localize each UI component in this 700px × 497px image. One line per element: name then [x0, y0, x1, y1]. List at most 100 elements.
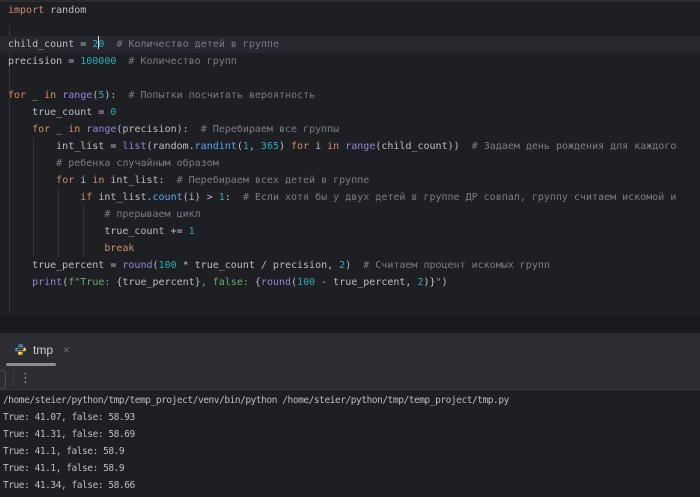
code-token: # Перебираем все группы	[201, 124, 339, 135]
code-token: # Попытки посчитать вероятность	[128, 90, 315, 101]
code-token: count	[153, 192, 183, 203]
code-token: int_list:	[104, 175, 176, 186]
code-token: # Перебираем всех детей в группе	[177, 175, 370, 186]
run-tab-tmp[interactable]: tmp ×	[0, 333, 80, 366]
code-token: range	[345, 141, 375, 152]
code-token: (random.	[146, 141, 194, 152]
run-tool-window-header: tmp × ⋮	[0, 333, 700, 392]
run-toolbar: ⋮	[0, 366, 700, 392]
code-token: in	[327, 141, 339, 152]
code-token: if	[80, 192, 92, 203]
code-line[interactable]: for i in int_list: # Перебираем всех дет…	[0, 172, 700, 189]
code-line[interactable]: child_count = 20 # Количество детей в гр…	[0, 36, 700, 53]
code-line[interactable]: for _ in range(5): # Попытки посчитать в…	[0, 87, 700, 104]
code-token: ,	[249, 141, 261, 152]
code-line[interactable]: true_count += 1	[0, 223, 700, 240]
code-token: list	[122, 141, 146, 152]
code-token: # Считаем процент искомых групп	[363, 260, 550, 271]
code-token: round	[261, 277, 291, 288]
code-token: in	[68, 124, 80, 135]
code-token: range	[62, 90, 92, 101]
run-tab-bar: tmp ×	[0, 333, 700, 366]
code-token	[8, 209, 104, 220]
code-token: random	[44, 5, 86, 16]
code-token: child_count =	[8, 39, 92, 50]
code-token: # Если хотя бы у двух детей в группе ДР …	[243, 192, 676, 203]
tab-label: tmp	[33, 343, 53, 357]
code-token: in	[92, 175, 104, 186]
code-token: 100000	[80, 56, 116, 67]
code-token: - true_percent,	[315, 277, 417, 288]
editor-toolwindow-splitter[interactable]	[0, 316, 700, 333]
console-line: /home/steier/python/tmp/temp_project/ven…	[0, 392, 700, 409]
partial-toolbar-button[interactable]	[0, 370, 6, 389]
code-token: )	[345, 260, 363, 271]
code-token: * true_count / precision,	[177, 260, 340, 271]
code-line[interactable]: print(f"True: {true_percent}, false: {ro…	[0, 274, 700, 291]
code-token: )}	[424, 277, 436, 288]
code-line[interactable]: true_percent = round(100 * true_count / …	[0, 257, 700, 274]
pycharm-window: import random child_count = 20 # Количест…	[0, 0, 700, 497]
console-output[interactable]: /home/steier/python/tmp/temp_project/ven…	[0, 392, 700, 497]
close-icon[interactable]: ×	[63, 344, 70, 356]
code-token: for	[8, 90, 26, 101]
code-token	[8, 175, 56, 186]
code-token: )	[279, 141, 291, 152]
code-line[interactable]: precision = 100000 # Количество групп	[0, 53, 700, 70]
code-lines: import random child_count = 20 # Количест…	[0, 2, 700, 291]
kebab-menu-icon[interactable]: ⋮	[19, 367, 32, 391]
code-line[interactable]: true_count = 0	[0, 104, 700, 121]
code-token: 100	[159, 260, 177, 271]
code-line[interactable]	[0, 70, 700, 87]
code-token: in	[44, 90, 56, 101]
code-line[interactable]: int_list = list(random.randint(1, 365) f…	[0, 138, 700, 155]
code-token: for	[56, 175, 74, 186]
code-token: true_percent =	[8, 260, 122, 271]
code-line[interactable]: import random	[0, 2, 700, 19]
code-line[interactable]: # ребенка случайным образом	[0, 155, 700, 172]
code-token: 0	[110, 107, 116, 118]
code-token: :	[225, 192, 243, 203]
code-token: true_count +=	[8, 226, 189, 237]
code-line[interactable]: # прерываем цикл	[0, 206, 700, 223]
code-token	[8, 243, 104, 254]
code-token: int_list =	[8, 141, 122, 152]
code-token: (precision):	[116, 124, 200, 135]
code-line[interactable]	[0, 19, 700, 36]
code-token: (i) >	[183, 192, 219, 203]
code-line[interactable]: if int_list.count(i) > 1: # Если хотя бы…	[0, 189, 700, 206]
console-line: True: 41.31, false: 58.69	[0, 426, 700, 443]
console-lines: /home/steier/python/tmp/temp_project/ven…	[0, 392, 700, 494]
code-line[interactable]: break	[0, 240, 700, 257]
code-token: ):	[104, 90, 128, 101]
console-line: True: 41.34, false: 58.66	[0, 477, 700, 494]
code-token: 365	[261, 141, 279, 152]
code-token: print	[32, 277, 62, 288]
code-token: )	[442, 277, 448, 288]
code-line[interactable]: for _ in range(precision): # Перебираем …	[0, 121, 700, 138]
console-line: True: 41.07, false: 58.93	[0, 409, 700, 426]
code-token	[8, 277, 32, 288]
code-token: # Количество групп	[128, 56, 236, 67]
code-token: import	[8, 5, 44, 16]
code-editor[interactable]: import random child_count = 20 # Количест…	[0, 0, 700, 316]
code-token: range	[86, 124, 116, 135]
code-token: randint	[195, 141, 237, 152]
code-token: , false:	[201, 277, 255, 288]
code-token: 1	[189, 226, 195, 237]
code-token: # Количество детей в группе	[116, 39, 279, 50]
code-token: i	[74, 175, 92, 186]
toolbar-separator	[13, 370, 14, 387]
code-token: # Задаем день рождения для каждого	[472, 141, 677, 152]
code-token: int_list.	[92, 192, 152, 203]
code-token: i	[309, 141, 327, 152]
code-token: true_count =	[8, 107, 110, 118]
code-token: precision =	[8, 56, 80, 67]
console-line: True: 41.1, false: 58.9	[0, 460, 700, 477]
code-token: for	[291, 141, 309, 152]
code-token: {true_percent}	[116, 277, 200, 288]
code-token: # ребенка случайным образом	[56, 158, 219, 169]
code-token: for	[32, 124, 50, 135]
console-line: True: 41.1, false: 58.9	[0, 443, 700, 460]
code-token	[8, 192, 80, 203]
